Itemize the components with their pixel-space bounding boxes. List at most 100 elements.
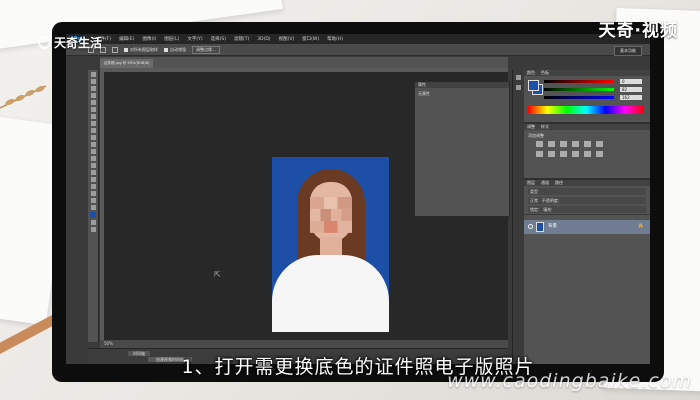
invert-icon[interactable] xyxy=(596,151,603,157)
status-bar: 50% xyxy=(100,340,508,348)
document-tab[interactable]: 证件照.jpg @ 50%(RGB/8) xyxy=(100,59,154,68)
layer-kind-filter[interactable]: 类型 xyxy=(528,188,646,195)
layers-panel: 图层 通道 路径 类型 正常 不透明度: 锁定: 填充: 背景 🔒 xyxy=(524,180,650,330)
blend-mode-label: 正常 xyxy=(530,198,538,203)
id-photo[interactable] xyxy=(272,157,389,332)
color-balance-icon[interactable] xyxy=(536,151,543,157)
eyedropper-tool-icon[interactable] xyxy=(90,107,96,112)
color-spectrum-bar[interactable] xyxy=(528,106,644,114)
hand-tool-icon[interactable] xyxy=(90,198,96,203)
menu-type[interactable]: 文字(Y) xyxy=(187,36,202,42)
red-value-field[interactable]: 0 xyxy=(620,79,642,84)
fg-bg-color-icon[interactable] xyxy=(90,212,96,218)
blend-mode-select[interactable]: 正常 不透明度: xyxy=(528,197,646,204)
menu-image[interactable]: 图像(I) xyxy=(142,36,156,42)
menu-edit[interactable]: 编辑(E) xyxy=(119,36,134,42)
history-brush-icon[interactable] xyxy=(90,135,96,140)
layer-controls: 类型 正常 不透明度: 锁定: 填充: xyxy=(524,188,650,215)
shape-tool-icon[interactable] xyxy=(90,191,96,196)
type-tool-icon[interactable] xyxy=(90,177,96,182)
brand-circle-icon xyxy=(38,36,51,49)
pixelated-face-mosaic xyxy=(310,197,352,233)
blue-value-field[interactable]: 162 xyxy=(620,95,642,100)
info-panel-icon[interactable] xyxy=(515,85,521,90)
fill-label: 填充: xyxy=(543,207,553,212)
zoom-level[interactable]: 50% xyxy=(104,341,113,346)
lock-icon[interactable]: 🔒 xyxy=(638,223,644,229)
color-panel: 颜色 色板 0 82 162 xyxy=(524,70,650,124)
workspace-select[interactable]: 基本功能 xyxy=(614,46,642,56)
quick-mask-icon[interactable] xyxy=(90,220,96,225)
tab-channels[interactable]: 通道 xyxy=(541,180,549,186)
red-slider[interactable] xyxy=(544,80,614,83)
foreground-color-swatch[interactable] xyxy=(528,80,539,91)
marquee-tool-icon[interactable] xyxy=(90,79,96,84)
tab-adjustments[interactable]: 调整 xyxy=(527,124,535,130)
quick-select-tool-icon[interactable] xyxy=(90,93,96,98)
eye-icon[interactable] xyxy=(528,224,533,229)
sample-all-layers-checkbox[interactable]: 对所有图层取样 xyxy=(124,47,158,53)
hue-saturation-icon[interactable] xyxy=(596,141,603,147)
cursor-icon: ⇱ xyxy=(214,270,221,279)
crop-tool-icon[interactable] xyxy=(90,100,96,105)
channel-mixer-icon[interactable] xyxy=(572,151,579,157)
brand-left-text: 天奇生活 xyxy=(54,36,103,50)
blue-slider[interactable] xyxy=(544,96,614,99)
tools-panel xyxy=(88,70,99,342)
eraser-tool-icon[interactable] xyxy=(90,142,96,147)
menu-help[interactable]: 帮助(H) xyxy=(327,36,343,42)
tab-layers[interactable]: 图层 xyxy=(527,180,535,186)
photo-neck xyxy=(320,237,342,257)
tab-color[interactable]: 颜色 xyxy=(527,70,535,76)
menu-window[interactable]: 窗口(W) xyxy=(302,36,319,42)
pen-tool-icon[interactable] xyxy=(90,170,96,175)
black-white-icon[interactable] xyxy=(548,151,555,157)
path-select-icon[interactable] xyxy=(90,184,96,189)
lasso-tool-icon[interactable] xyxy=(90,86,96,91)
panel-icon-strip xyxy=(512,70,523,360)
lock-row: 锁定: 填充: xyxy=(528,206,646,213)
brush-tool-icon[interactable] xyxy=(90,121,96,126)
zoom-tool-icon[interactable] xyxy=(90,205,96,210)
layer-name: 背景 xyxy=(548,224,557,229)
dodge-tool-icon[interactable] xyxy=(90,163,96,168)
checkbox-label: 自动增强 xyxy=(170,46,186,52)
properties-empty-label: 无属性 xyxy=(418,91,430,96)
subtract-selection-icon[interactable] xyxy=(112,46,118,53)
menu-view[interactable]: 视图(V) xyxy=(279,36,295,42)
levels-icon[interactable] xyxy=(548,141,555,147)
menu-filter[interactable]: 滤镜(T) xyxy=(234,36,249,42)
website-watermark: www.caodingbaike.com xyxy=(447,370,692,392)
curves-icon[interactable] xyxy=(560,141,567,147)
wheat-decoration xyxy=(0,85,47,109)
menu-select[interactable]: 选择(S) xyxy=(211,36,226,42)
gradient-tool-icon[interactable] xyxy=(90,149,96,154)
layers-panel-header: 图层 通道 路径 xyxy=(524,180,650,186)
refine-edge-button[interactable]: 调整边缘... xyxy=(192,45,220,54)
healing-tool-icon[interactable] xyxy=(90,114,96,119)
history-panel-icon[interactable] xyxy=(515,75,521,80)
menu-3d[interactable]: 3D(D) xyxy=(257,37,270,42)
exposure-icon[interactable] xyxy=(572,141,579,147)
auto-enhance-checkbox[interactable]: 自动增强 xyxy=(164,47,186,53)
blur-tool-icon[interactable] xyxy=(90,156,96,161)
move-tool-icon[interactable] xyxy=(90,72,96,77)
brightness-icon[interactable] xyxy=(536,141,543,147)
green-value-field[interactable]: 82 xyxy=(620,87,642,92)
monitor: Ps 文件(F) 编辑(E) 图像(I) 图层(L) 文字(Y) 选择(S) 滤… xyxy=(52,22,664,382)
color-lookup-icon[interactable] xyxy=(584,151,591,157)
tab-paths[interactable]: 路径 xyxy=(555,180,563,186)
vibrance-icon[interactable] xyxy=(584,141,591,147)
photoshop-window: Ps 文件(F) 编辑(E) 图像(I) 图层(L) 文字(Y) 选择(S) 滤… xyxy=(66,34,650,364)
stamp-tool-icon[interactable] xyxy=(90,128,96,133)
tab-swatches[interactable]: 色板 xyxy=(541,70,549,76)
checkbox-label: 对所有图层取样 xyxy=(130,46,158,52)
layer-row-background[interactable]: 背景 🔒 xyxy=(524,220,650,234)
photo-filter-icon[interactable] xyxy=(560,151,567,157)
menu-layer[interactable]: 图层(L) xyxy=(164,36,179,42)
screen-mode-icon[interactable] xyxy=(90,227,96,232)
options-bar: 对所有图层取样 自动增强 调整边缘... xyxy=(66,44,650,56)
tab-styles[interactable]: 样式 xyxy=(541,124,549,130)
green-slider[interactable] xyxy=(544,88,614,91)
right-panel-dock: 颜色 色板 0 82 162 调整 样式 添加调整 图层 通道 路径 类型 正常… xyxy=(524,70,650,364)
